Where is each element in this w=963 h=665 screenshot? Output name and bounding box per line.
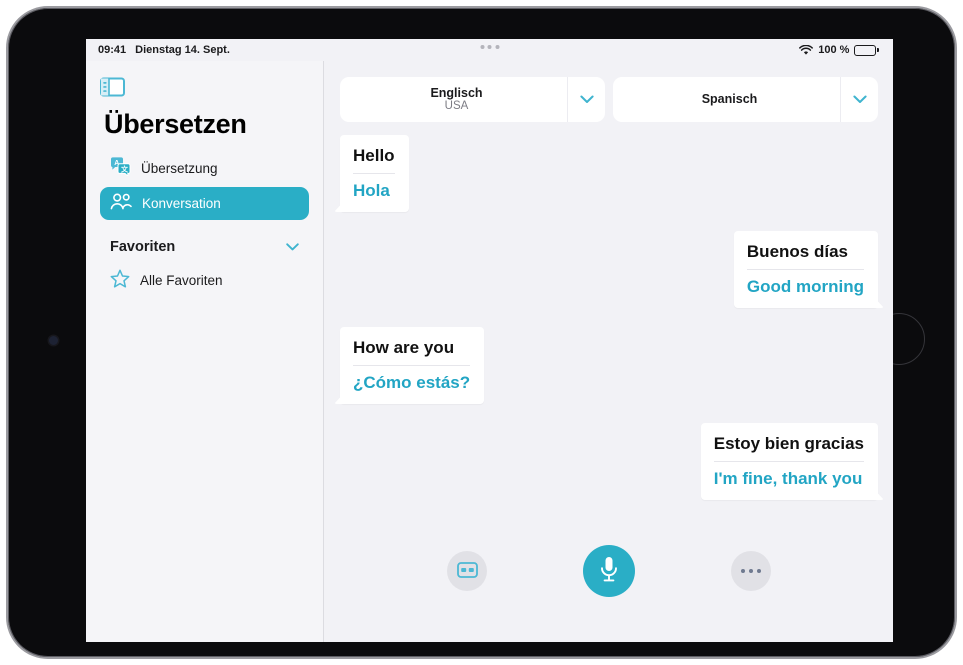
sidebar-item-conversation[interactable]: Konversation (100, 187, 309, 220)
star-outline-icon (110, 269, 130, 293)
chevron-down-icon[interactable] (286, 238, 299, 256)
svg-text:文: 文 (121, 164, 129, 173)
battery-percent-label: 100 % (818, 44, 850, 56)
message-row: How are you ¿Cómo estás? (340, 327, 878, 404)
side-by-side-view-button[interactable] (447, 551, 487, 591)
chevron-down-icon[interactable] (840, 77, 878, 122)
status-bar: 09:41 Dienstag 14. Sept. 100 % (86, 39, 893, 61)
message-list: Hello Hola Buenos días Good morning How … (325, 122, 893, 562)
chevron-down-icon[interactable] (567, 77, 605, 122)
message-translated-text: Hola (353, 181, 390, 200)
microphone-icon (599, 556, 619, 586)
message-translated-text: I'm fine, thank you (713, 469, 863, 488)
sidebar-item-label: Übersetzung (141, 161, 218, 176)
front-camera-icon (49, 336, 58, 345)
ipad-screen: 09:41 Dienstag 14. Sept. 100 % Übersetze… (86, 39, 893, 642)
message-row: Estoy bien gracias I'm fine, thank you (340, 423, 878, 500)
two-people-icon (110, 192, 132, 215)
sidebar-item-label: Alle Favoriten (140, 273, 223, 288)
message-source-text: How are you (353, 338, 455, 357)
message-divider (353, 173, 395, 174)
more-ellipsis-icon (740, 568, 762, 574)
message-translated-text: ¿Cómo estás? (353, 373, 471, 392)
conversation-toolbar (325, 524, 893, 642)
wifi-icon (799, 44, 814, 55)
sidebar-item-all-favorites[interactable]: Alle Favoriten (100, 264, 309, 297)
favorites-section-header[interactable]: Favoriten (100, 230, 309, 264)
microphone-button[interactable] (583, 545, 635, 597)
conversation-panel: Englisch USA Spanisch Hello Hola Buenos … (325, 61, 893, 642)
status-date: Dienstag 14. Sept. (135, 44, 230, 56)
message-bubble[interactable]: Buenos días Good morning (733, 231, 878, 308)
translate-bubbles-icon: A 文 (110, 156, 131, 181)
message-divider (353, 365, 471, 366)
source-language-name: Englisch (430, 85, 483, 100)
status-time: 09:41 (98, 44, 127, 56)
source-language-text: Englisch USA (340, 86, 567, 114)
message-source-text: Buenos días (746, 242, 848, 261)
message-divider (746, 269, 864, 270)
language-selector-bar: Englisch USA Spanisch (325, 61, 893, 122)
status-bar-right: 100 % (799, 44, 879, 56)
message-bubble[interactable]: Estoy bien gracias I'm fine, thank you (700, 423, 878, 500)
sidebar: Übersetzen A 文 Übersetzung Konversation … (86, 61, 324, 642)
target-language-name: Spanisch (701, 92, 758, 107)
sidebar-item-label: Konversation (142, 196, 221, 211)
target-language-selector[interactable]: Spanisch (613, 77, 878, 122)
message-bubble[interactable]: How are you ¿Cómo estás? (340, 327, 485, 404)
message-row: Buenos días Good morning (340, 231, 878, 308)
status-bar-left: 09:41 Dienstag 14. Sept. (98, 44, 230, 56)
multitask-handle-icon[interactable] (480, 45, 499, 49)
message-bubble[interactable]: Hello Hola (340, 135, 409, 212)
target-language-text: Spanisch (613, 92, 840, 106)
side-by-side-view-icon (456, 561, 478, 581)
source-language-region: USA (444, 100, 469, 113)
page-title: Übersetzen (104, 109, 247, 139)
more-options-button[interactable] (731, 551, 771, 591)
sidebar-toggle-icon[interactable] (100, 73, 130, 101)
message-divider (713, 461, 864, 462)
sidebar-item-translation[interactable]: A 文 Übersetzung (100, 152, 309, 185)
message-source-text: Estoy bien gracias (713, 434, 864, 453)
source-language-selector[interactable]: Englisch USA (340, 77, 605, 122)
message-source-text: Hello (353, 146, 395, 165)
ipad-device-frame: 09:41 Dienstag 14. Sept. 100 % Übersetze… (6, 6, 957, 659)
battery-icon (854, 44, 879, 56)
message-translated-text: Good morning (746, 277, 864, 296)
favorites-section-title: Favoriten (110, 239, 176, 255)
message-row: Hello Hola (340, 135, 878, 212)
